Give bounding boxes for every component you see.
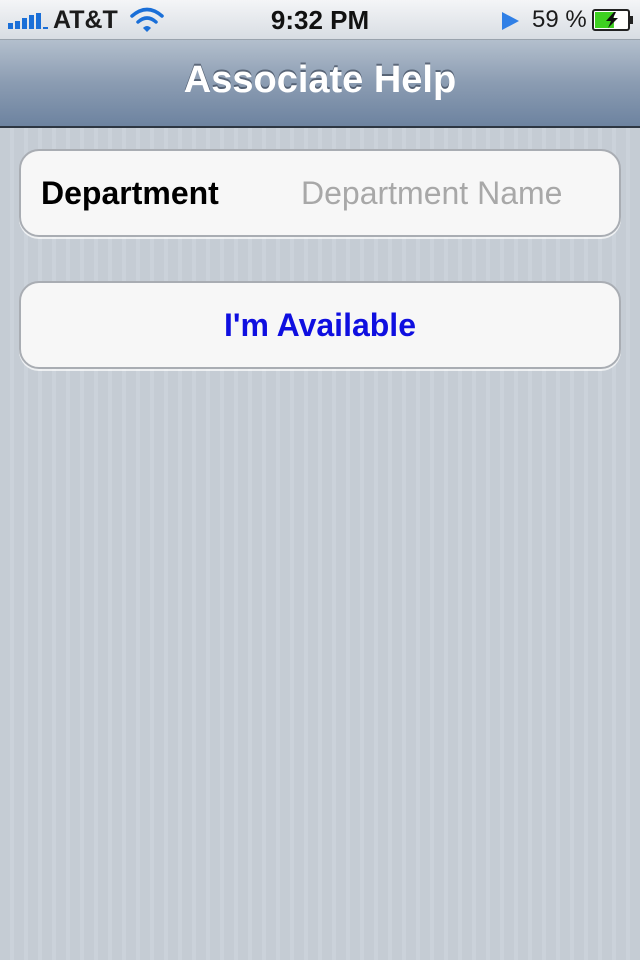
navigation-bar: Associate Help: [0, 40, 640, 128]
status-bar: AT&T 9:32 PM 59 %: [0, 0, 640, 40]
nav-title: Associate Help: [183, 59, 457, 101]
screen: AT&T 9:32 PM 59 % Associate Help Departm…: [0, 0, 640, 960]
content-area: Department I'm Available: [0, 128, 640, 960]
im-available-button[interactable]: I'm Available: [19, 281, 621, 369]
department-label: Department: [41, 175, 219, 211]
battery-percent: 59 %: [532, 6, 587, 33]
location-arrow-icon: [502, 12, 519, 30]
department-name-input[interactable]: [291, 165, 611, 221]
im-available-label: I'm Available: [224, 307, 416, 343]
department-cell: Department: [19, 149, 621, 237]
battery-charging-icon: [592, 9, 633, 31]
